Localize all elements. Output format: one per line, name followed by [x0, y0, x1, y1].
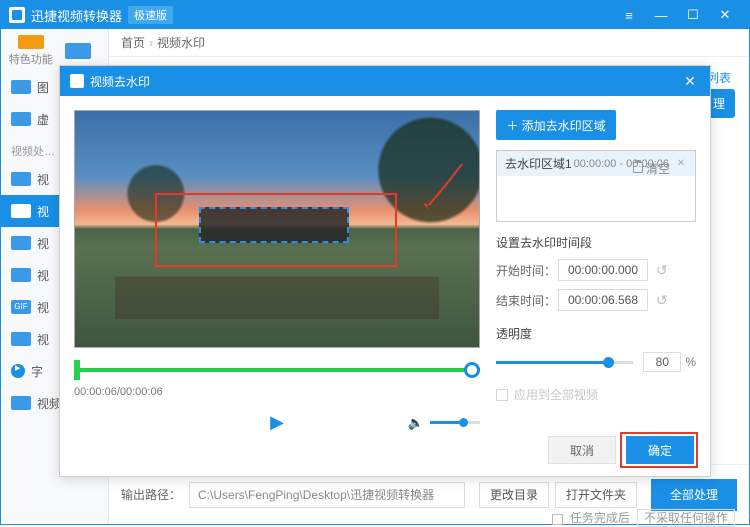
start-time-label: 开始时间：: [496, 262, 558, 279]
output-path-label: 输出路径：: [121, 486, 181, 503]
start-time-field[interactable]: 00:00:00.000: [558, 259, 648, 281]
modal-logo-icon: [70, 74, 84, 88]
play-button[interactable]: ▶: [270, 412, 284, 433]
trim-end-handle[interactable]: [464, 362, 480, 378]
menu-icon[interactable]: ≡: [613, 1, 645, 29]
video-preview[interactable]: [74, 110, 480, 348]
watermark-modal: 视频去水印 ✕ 00:00:06/00:00:06 ▶ 🔈: [59, 65, 711, 477]
modal-header: 视频去水印 ✕: [60, 66, 710, 96]
sidebar-tab-featured[interactable]: 特色功能: [7, 35, 55, 67]
app-title: 迅捷视频转换器: [31, 6, 122, 25]
opacity-slider[interactable]: [496, 361, 633, 364]
time-section-label: 设置去水印时间段: [496, 234, 696, 251]
change-dir-button[interactable]: 更改目录: [479, 482, 549, 508]
breadcrumb-home[interactable]: 首页: [121, 34, 145, 51]
watermark-region-box[interactable]: [199, 207, 349, 243]
end-time-label: 结束时间：: [496, 292, 558, 309]
window-titlebar: 迅捷视频转换器 极速版 ≡ — ☐ ✕: [1, 1, 749, 29]
breadcrumb: 首页 › 视频水印: [109, 29, 749, 57]
status-bar: 任务完成后 不采取任何操作: [552, 509, 739, 526]
trim-start-handle[interactable]: [74, 360, 80, 380]
edition-badge: 极速版: [128, 6, 173, 24]
region-name: 去水印区域1: [505, 155, 572, 172]
clear-regions-button[interactable]: 清空: [633, 160, 670, 177]
output-path-field[interactable]: C:\Users\FengPing\Desktop\迅捷视频转换器: [189, 482, 465, 508]
modal-close-button[interactable]: ✕: [680, 73, 700, 90]
breadcrumb-current: 视频水印: [157, 34, 205, 51]
opacity-value[interactable]: 80: [643, 352, 681, 372]
process-all-button[interactable]: 全部处理: [651, 479, 737, 511]
trash-icon: [633, 162, 643, 173]
opacity-handle[interactable]: [603, 357, 614, 368]
apply-all-checkbox[interactable]: 应用到全部视频: [496, 386, 696, 403]
ok-button[interactable]: 确定: [626, 436, 694, 464]
checkbox-icon[interactable]: [552, 514, 563, 525]
sidebar-tab-convert[interactable]: [55, 35, 103, 67]
minimize-button[interactable]: —: [645, 1, 677, 29]
opacity-label: 透明度: [496, 325, 696, 342]
sidebar-tab-label: 特色功能: [9, 51, 53, 67]
reset-start-icon[interactable]: ↺: [656, 262, 668, 279]
volume-icon: 🔈: [408, 415, 424, 431]
checkbox-icon: [496, 389, 508, 401]
after-action-select[interactable]: 不采取任何操作: [637, 509, 735, 527]
open-folder-button[interactable]: 打开文件夹: [555, 482, 637, 508]
reset-end-icon[interactable]: ↺: [656, 292, 668, 309]
volume-control[interactable]: 🔈: [408, 415, 480, 431]
app-logo-icon: [9, 7, 25, 23]
maximize-button[interactable]: ☐: [677, 1, 709, 29]
trim-ruler[interactable]: [74, 358, 480, 382]
timecode: 00:00:06/00:00:06: [74, 386, 480, 398]
close-button[interactable]: ✕: [709, 1, 741, 29]
volume-handle[interactable]: [459, 418, 468, 427]
cancel-button[interactable]: 取消: [548, 436, 616, 464]
modal-title: 视频去水印: [90, 73, 150, 90]
add-region-button[interactable]: ＋ 添加去水印区域: [496, 110, 616, 140]
region-remove-icon[interactable]: ✕: [675, 158, 687, 170]
end-time-field[interactable]: 00:00:06.568: [558, 289, 648, 311]
